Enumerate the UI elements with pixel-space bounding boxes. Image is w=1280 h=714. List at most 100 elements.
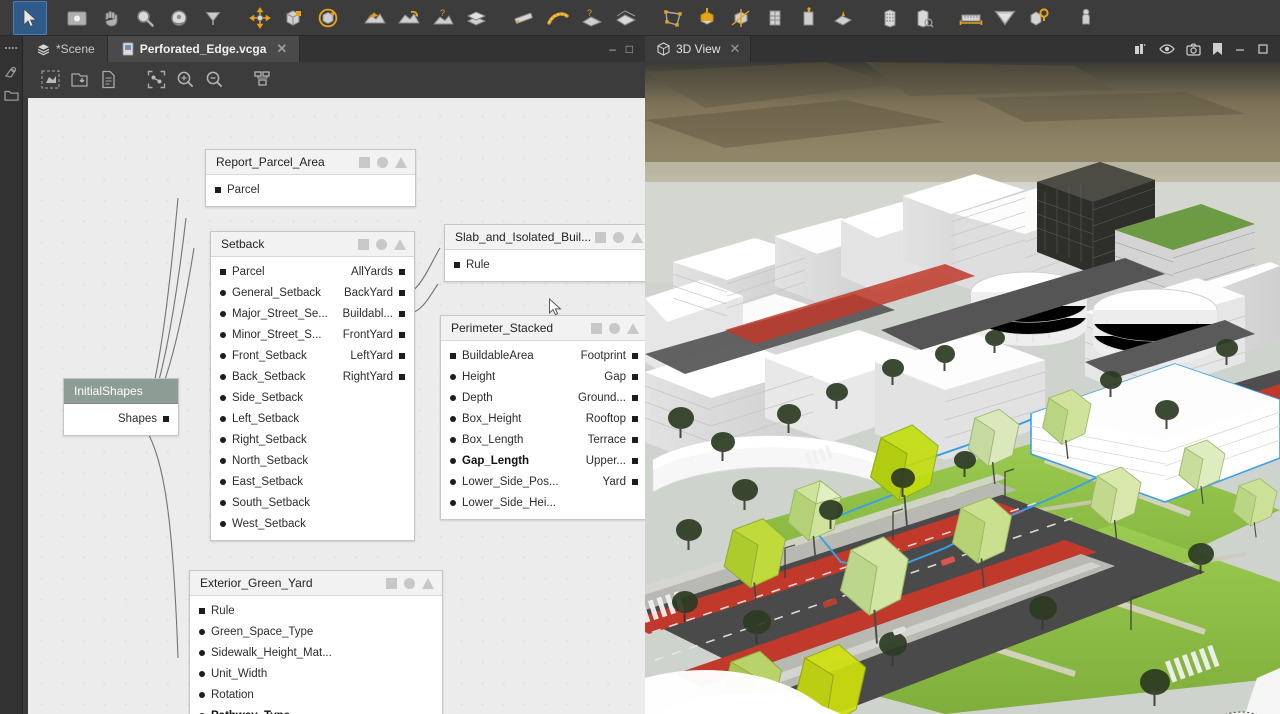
port-marker-dot[interactable] xyxy=(220,416,226,422)
node-header[interactable]: InitialShapes xyxy=(64,379,178,404)
terrain-query-tool[interactable]: ? xyxy=(426,1,460,35)
port-marker-dot[interactable] xyxy=(450,500,456,506)
square-icon[interactable] xyxy=(358,239,369,250)
person-scale-tool[interactable] xyxy=(1069,1,1103,35)
node-port-row[interactable]: Right_Setback xyxy=(211,429,414,450)
circle-icon[interactable] xyxy=(609,323,620,334)
port-marker-square[interactable] xyxy=(454,262,460,268)
port-marker-square[interactable] xyxy=(220,269,226,275)
node-port-row[interactable]: Rotation xyxy=(190,684,442,705)
triangle-icon[interactable] xyxy=(627,323,639,334)
push-pull-tool[interactable] xyxy=(690,1,724,35)
street-create-tool[interactable] xyxy=(507,1,541,35)
measure-tool[interactable] xyxy=(954,1,988,35)
port-marker-square[interactable] xyxy=(632,353,638,359)
node-port-row[interactable]: Pathway_Type xyxy=(190,705,442,714)
node-report-parcel-area[interactable]: Report_Parcel_Area Parcel xyxy=(205,149,416,207)
node-port-row[interactable]: Parcel AllYards xyxy=(211,261,414,282)
port-marker-square[interactable] xyxy=(632,437,638,443)
maximize-panel-button[interactable]: □ xyxy=(626,43,633,55)
square-icon[interactable] xyxy=(591,323,602,334)
port-marker-dot[interactable] xyxy=(220,395,226,401)
port-marker-dot[interactable] xyxy=(220,290,226,296)
port-marker-dot[interactable] xyxy=(450,437,456,443)
port-marker-dot[interactable] xyxy=(450,374,456,380)
face-align-tool[interactable] xyxy=(792,1,826,35)
node-port-row[interactable]: Lower_Side_Hei... xyxy=(441,492,645,513)
node-exterior-green-yard[interactable]: Exterior_Green_Yard Rule Green_Space_Typ xyxy=(189,570,443,714)
port-marker-dot[interactable] xyxy=(220,437,226,443)
triangle-icon[interactable] xyxy=(422,578,434,589)
close-icon[interactable]: ✕ xyxy=(276,41,287,57)
node-port-row[interactable]: General_Setback BackYard xyxy=(211,282,414,303)
rectangular-marquee-tool[interactable] xyxy=(60,1,94,35)
node-port-row[interactable]: Box_Height Rooftop xyxy=(441,408,645,429)
node-port-row[interactable]: West_Setback xyxy=(211,513,414,534)
node-port-row[interactable]: North_Setback xyxy=(211,450,414,471)
node-header[interactable]: Perimeter_Stacked xyxy=(441,316,645,341)
terrain-sculpt-tool[interactable] xyxy=(358,1,392,35)
port-marker-square[interactable] xyxy=(215,187,221,193)
port-marker-dot[interactable] xyxy=(199,650,205,656)
move-tool[interactable] xyxy=(243,1,277,35)
port-marker-dot[interactable] xyxy=(450,395,456,401)
node-setback[interactable]: Setback Parcel AllYards Ge xyxy=(210,231,415,541)
bookmark-icon[interactable] xyxy=(1212,42,1223,56)
square-icon[interactable] xyxy=(386,578,397,589)
port-marker-dot[interactable] xyxy=(199,629,205,635)
node-port-row[interactable]: Box_Length Terrace xyxy=(441,429,645,450)
triangle-icon[interactable] xyxy=(395,157,407,168)
port-marker-square[interactable] xyxy=(632,458,638,464)
circle-icon[interactable] xyxy=(376,239,387,250)
rail-inspector[interactable] xyxy=(2,62,21,82)
port-marker-square[interactable] xyxy=(450,353,456,359)
port-marker-square[interactable] xyxy=(163,416,169,422)
port-marker-square[interactable] xyxy=(399,290,405,296)
triangle-icon[interactable] xyxy=(394,239,406,250)
square-icon[interactable] xyxy=(595,232,606,243)
port-marker-dot[interactable] xyxy=(220,332,226,338)
node-slab-and-isolated-building[interactable]: Slab_and_Isolated_Buil... Rule xyxy=(444,224,645,282)
port-marker-dot[interactable] xyxy=(199,692,205,698)
port-marker-dot[interactable] xyxy=(450,416,456,422)
zoom-out-button[interactable] xyxy=(200,65,228,93)
view3d-tab[interactable]: 3D View ✕ xyxy=(645,36,751,62)
port-marker-dot[interactable] xyxy=(220,479,226,485)
building-tool[interactable] xyxy=(873,1,907,35)
close-icon[interactable]: ✕ xyxy=(729,41,740,57)
node-port-row[interactable]: Left_Setback xyxy=(211,408,414,429)
face-split-tool[interactable] xyxy=(758,1,792,35)
port-marker-dot[interactable] xyxy=(199,671,205,677)
port-marker-dot[interactable] xyxy=(220,311,226,317)
scenario-tool[interactable] xyxy=(1022,1,1056,35)
zoom-to-fit-button[interactable] xyxy=(142,65,170,93)
node-port-row[interactable]: Front_Setback LeftYard xyxy=(211,345,414,366)
node-port-row[interactable]: Unit_Width xyxy=(190,663,442,684)
port-marker-square[interactable] xyxy=(632,395,638,401)
circle-icon[interactable] xyxy=(613,232,624,243)
scene-tab[interactable]: *Scene xyxy=(23,36,108,62)
port-marker-square[interactable] xyxy=(399,374,405,380)
arrange-layout-button[interactable] xyxy=(248,65,276,93)
node-port-row[interactable]: East_Setback xyxy=(211,471,414,492)
texture-tool[interactable] xyxy=(826,1,860,35)
node-port-row[interactable]: South_Setback xyxy=(211,492,414,513)
port-marker-dot[interactable] xyxy=(220,500,226,506)
terrain-layer-tool[interactable] xyxy=(460,1,494,35)
node-port-row[interactable]: Gap_Length Upper... xyxy=(441,450,645,471)
rail-explorer[interactable] xyxy=(2,85,21,105)
node-port-row[interactable]: Lower_Side_Pos... Yard xyxy=(441,471,645,492)
port-marker-square[interactable] xyxy=(399,332,405,338)
camera-icon[interactable] xyxy=(1186,43,1201,56)
port-marker-square[interactable] xyxy=(632,374,638,380)
node-port-row[interactable]: Parcel xyxy=(206,179,415,200)
shape-transform-tool[interactable] xyxy=(724,1,758,35)
circle-icon[interactable] xyxy=(377,157,388,168)
minimize-panel-button[interactable]: – xyxy=(609,43,616,55)
node-port-row[interactable]: Rule xyxy=(190,600,442,621)
node-port-row[interactable]: Major_Street_Se... Buildabl... xyxy=(211,303,414,324)
select-tool[interactable] xyxy=(13,1,47,35)
rule-graph-canvas[interactable]: Report_Parcel_Area Parcel xyxy=(28,98,645,714)
node-port-row[interactable]: Shapes xyxy=(64,408,178,429)
node-port-row[interactable]: Sidewalk_Height_Mat... xyxy=(190,642,442,663)
